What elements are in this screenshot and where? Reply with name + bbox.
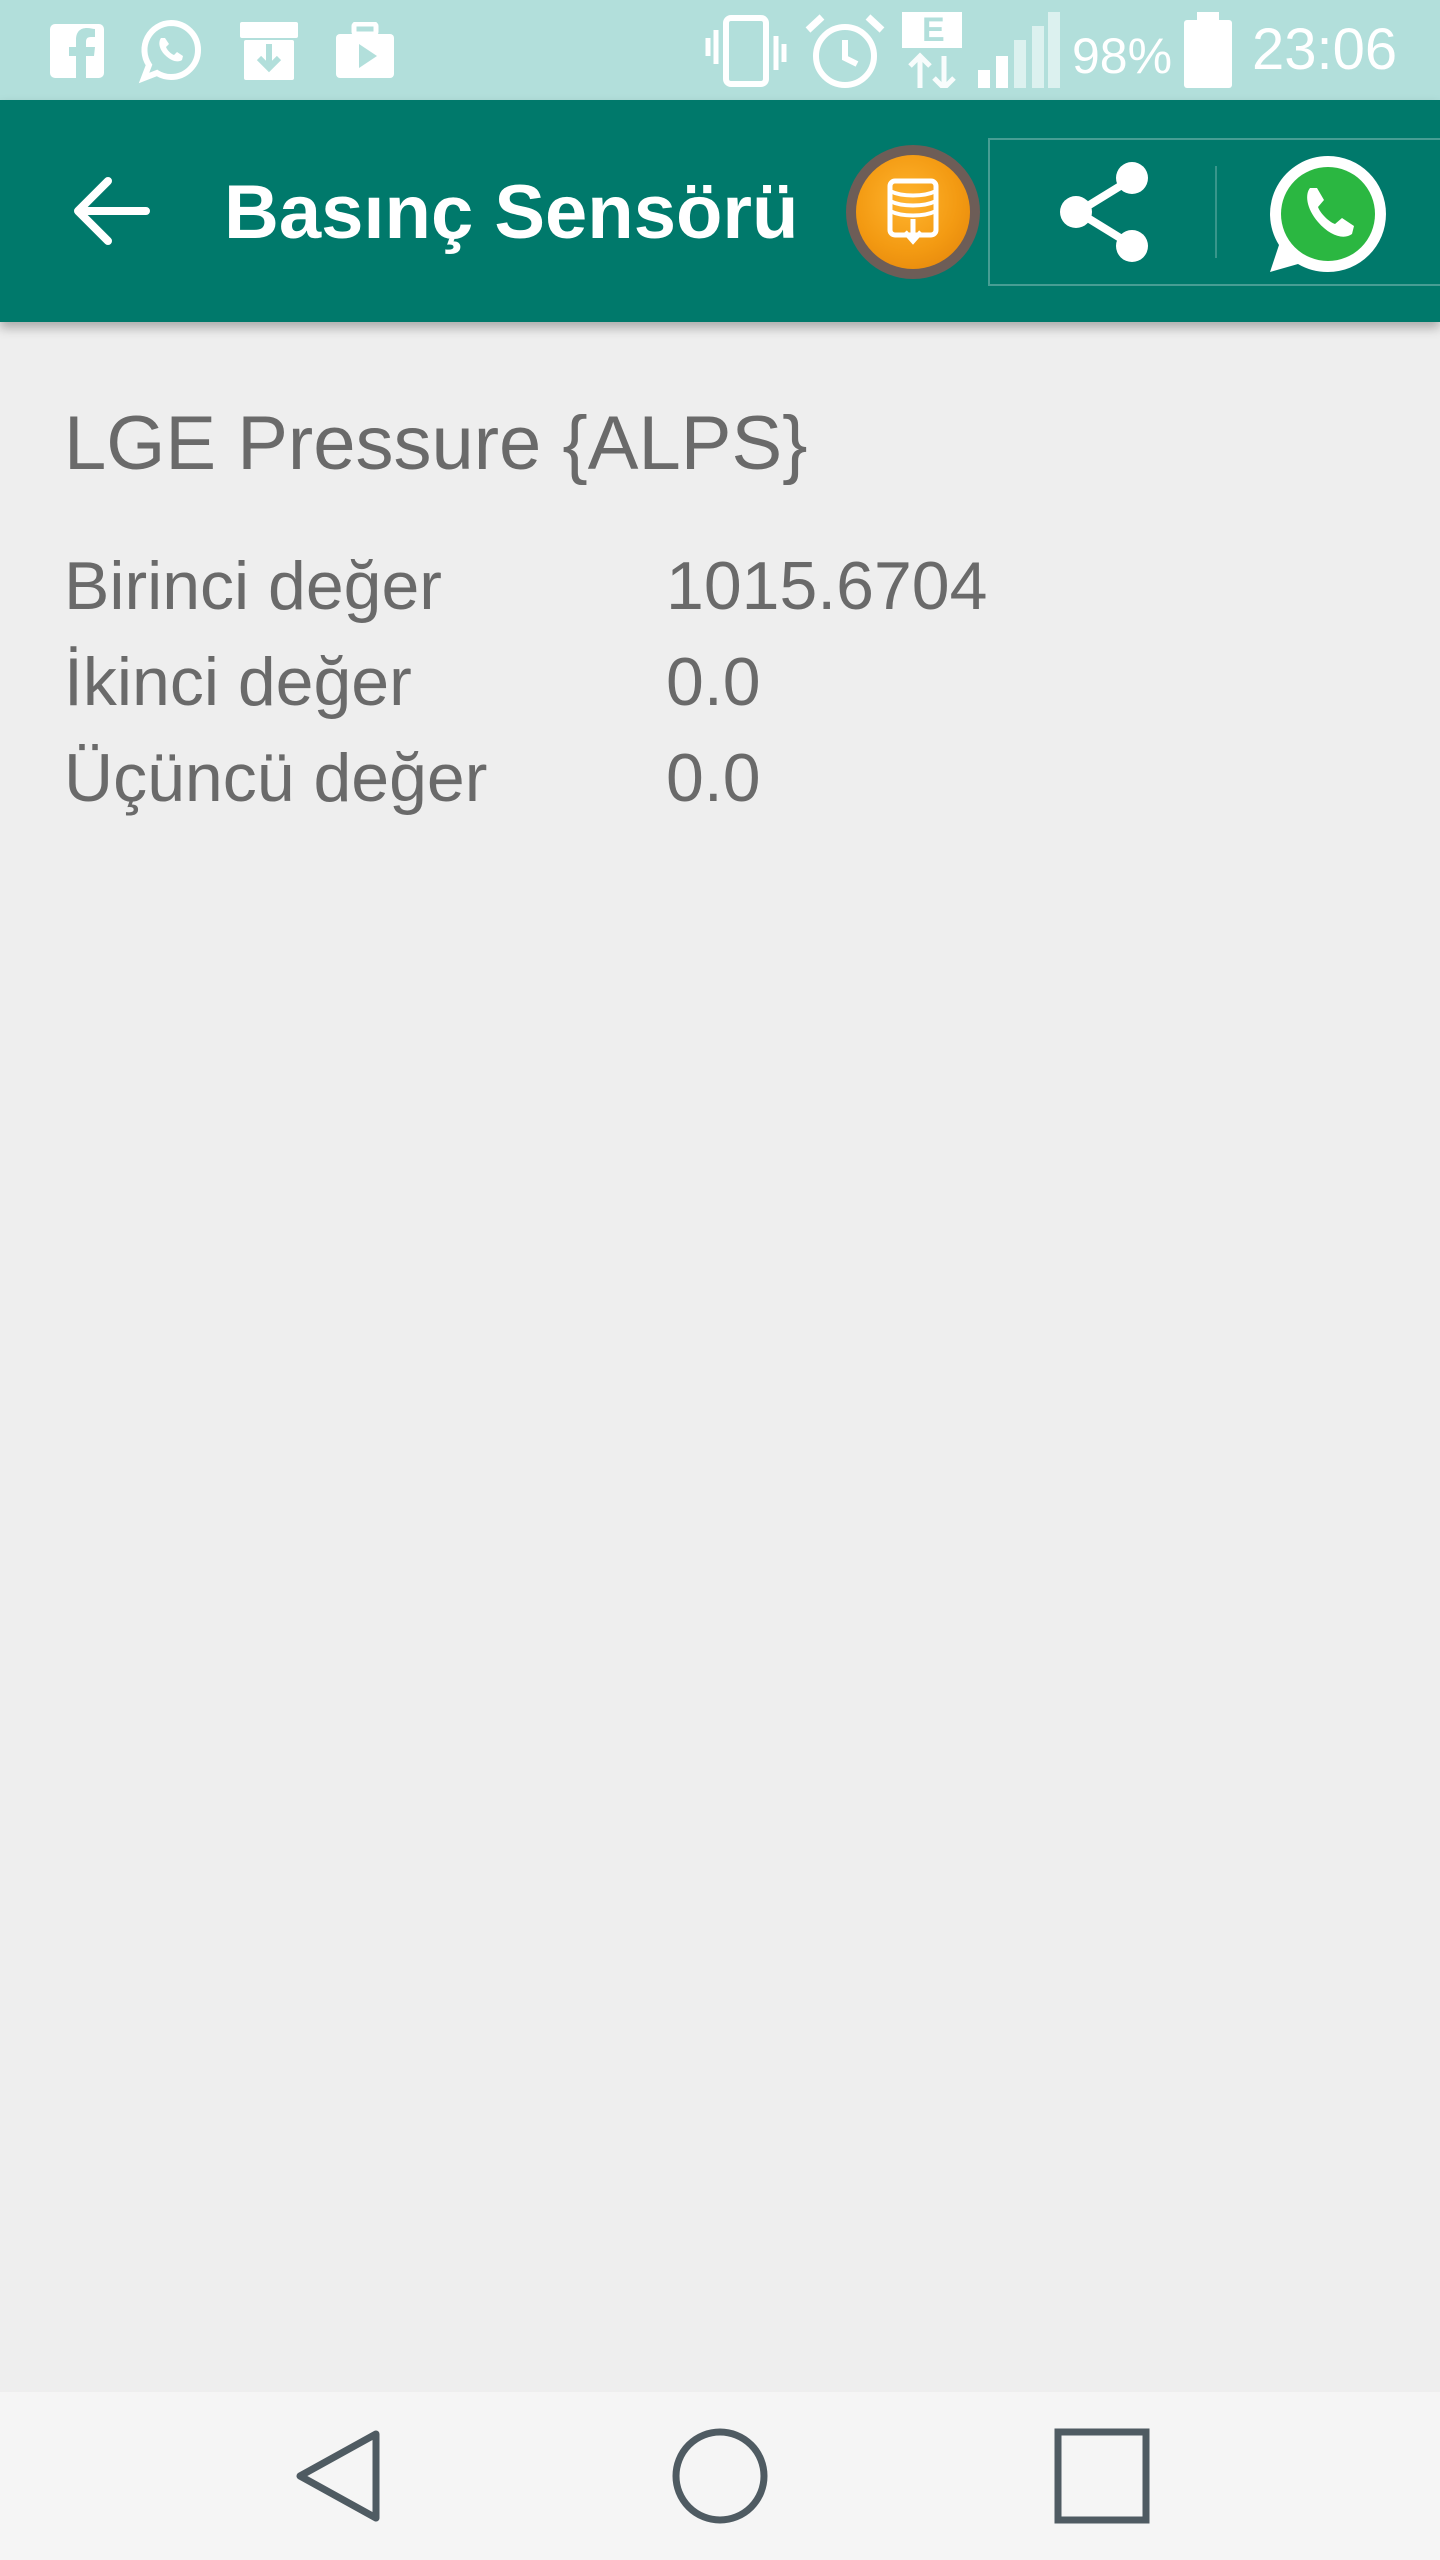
value-row-first: Birinci değer 1015.6704 — [64, 538, 1364, 634]
whatsapp-share-icon[interactable] — [1266, 152, 1390, 276]
home-circle-icon[interactable] — [670, 2426, 770, 2526]
sensor-name: LGE Pressure {ALPS} — [64, 401, 808, 486]
download-box-icon — [240, 22, 298, 80]
battery-icon — [1184, 12, 1232, 88]
back-arrow-icon[interactable] — [70, 170, 152, 252]
network-type: E — [922, 11, 945, 49]
value-number: 1015.6704 — [666, 548, 988, 624]
back-triangle-icon[interactable] — [290, 2426, 390, 2526]
signal-icon — [978, 12, 1060, 88]
ad-download-button[interactable] — [846, 145, 980, 279]
vibrate-icon — [705, 15, 787, 87]
value-label: Üçüncü değer — [64, 740, 488, 816]
clock: 23:06 — [1252, 17, 1398, 82]
value-row-second: İkinci değer 0.0 — [64, 634, 1364, 730]
page-title: Basınç Sensörü — [224, 170, 799, 255]
value-label: Birinci değer — [64, 548, 442, 624]
share-icon[interactable] — [1050, 156, 1162, 268]
recents-square-icon[interactable] — [1052, 2426, 1152, 2526]
value-label: İkinci değer — [64, 644, 412, 720]
battery-percent: 98% — [1072, 28, 1173, 84]
status-bar: E 98% 23:06 — [0, 0, 1440, 100]
briefcase-play-icon — [336, 22, 394, 78]
data-arrows-icon: E — [902, 11, 962, 92]
action-buttons — [988, 138, 1440, 286]
value-row-third: Üçüncü değer 0.0 — [64, 730, 1364, 826]
whatsapp-icon — [138, 19, 201, 84]
value-number: 0.0 — [666, 740, 761, 816]
app-bar: Basınç Sensörü — [0, 100, 1440, 322]
alarm-icon — [805, 14, 885, 88]
navigation-bar — [0, 2392, 1440, 2560]
action-divider — [1215, 166, 1217, 258]
value-number: 0.0 — [666, 644, 761, 720]
ad-download-icon — [856, 155, 970, 269]
facebook-icon — [50, 24, 104, 80]
